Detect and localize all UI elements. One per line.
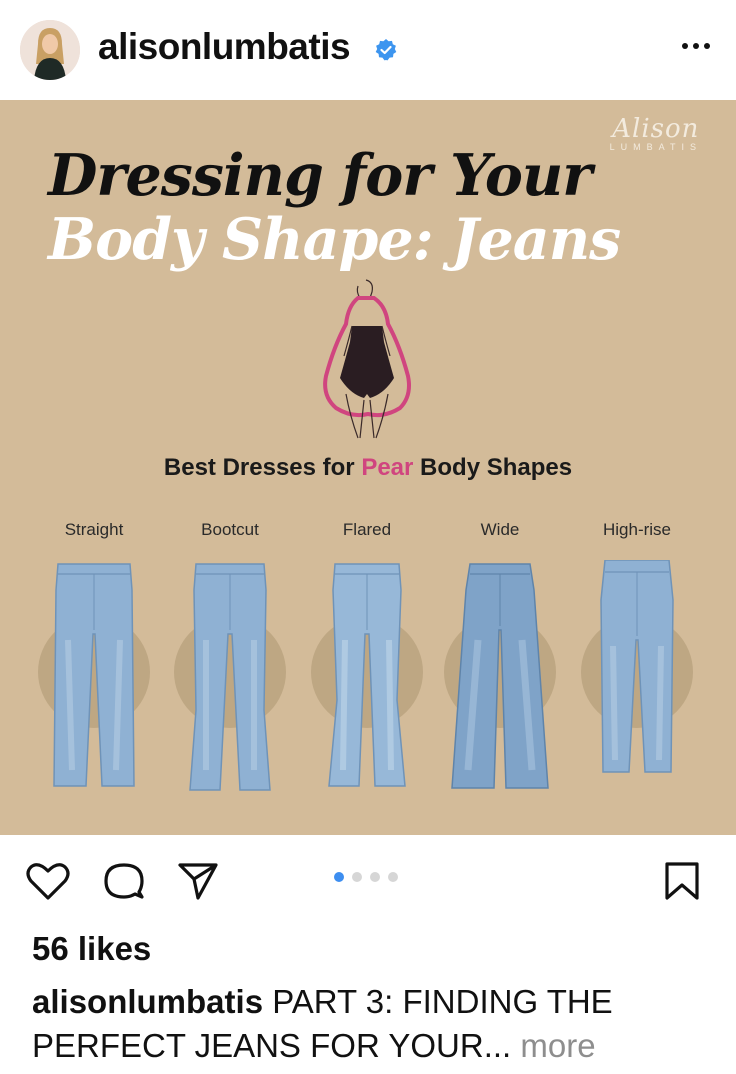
jean-label: Straight xyxy=(64,520,124,539)
pear-body-shape-icon xyxy=(323,279,411,439)
caption-more-link[interactable]: more xyxy=(511,1027,595,1064)
jean-item-wide: Wide xyxy=(430,520,570,810)
avatar[interactable] xyxy=(20,20,80,80)
more-options-icon[interactable] xyxy=(676,34,716,58)
watermark-script: Alison xyxy=(612,114,700,144)
jean-label: Flared xyxy=(342,520,392,539)
bookmark-icon[interactable] xyxy=(660,861,704,901)
jean-item-straight: Straight xyxy=(24,520,164,810)
heart-icon[interactable] xyxy=(26,861,70,901)
post-header: alisonlumbatis xyxy=(0,0,736,100)
subtitle-suffix: Body Shapes xyxy=(413,454,573,481)
subtitle-prefix: Best Dresses for xyxy=(163,454,362,481)
watermark-caps: LUMBATIS xyxy=(609,142,702,152)
likes-count[interactable]: 56 likes xyxy=(32,930,151,968)
verified-badge-icon xyxy=(375,39,397,61)
jean-label: Bootcut xyxy=(201,520,259,539)
send-icon[interactable] xyxy=(176,861,220,901)
carousel-dot-active xyxy=(334,872,344,882)
subtitle-accent: Pear xyxy=(361,454,414,481)
carousel-dot xyxy=(352,872,362,882)
flared-jeans-icon xyxy=(328,563,406,787)
wide-jeans-icon xyxy=(451,563,549,789)
carousel-dot xyxy=(370,872,380,882)
carousel-dot xyxy=(388,872,398,882)
post-caption: alisonlumbatis PART 3: FINDING THE PERFE… xyxy=(32,980,712,1068)
watermark-logo: Alison LUMBATIS xyxy=(610,114,702,152)
jean-item-highrise: High-rise xyxy=(567,520,707,810)
straight-jeans-icon xyxy=(53,563,135,787)
jean-item-flared: Flared xyxy=(297,520,437,810)
post-title-line2: Body Shape: Jeans xyxy=(48,206,621,273)
post-title-line1: Dressing for Your xyxy=(48,142,592,209)
jean-label: High-rise xyxy=(602,520,672,539)
post-image[interactable]: Alison LUMBATIS Dressing for Your Body S… xyxy=(0,100,736,835)
username[interactable]: alisonlumbatis xyxy=(98,26,351,68)
post-subtitle: Best Dresses for Pear Body Shapes xyxy=(0,454,736,482)
high-rise-jeans-icon xyxy=(600,560,674,773)
caption-username[interactable]: alisonlumbatis xyxy=(32,983,263,1020)
jean-label: Wide xyxy=(480,520,520,539)
jean-item-bootcut: Bootcut xyxy=(160,520,300,810)
profile-photo-icon xyxy=(20,20,80,80)
carousel-indicator xyxy=(334,872,398,882)
comment-icon[interactable] xyxy=(102,861,146,901)
bootcut-jeans-icon xyxy=(189,563,271,791)
